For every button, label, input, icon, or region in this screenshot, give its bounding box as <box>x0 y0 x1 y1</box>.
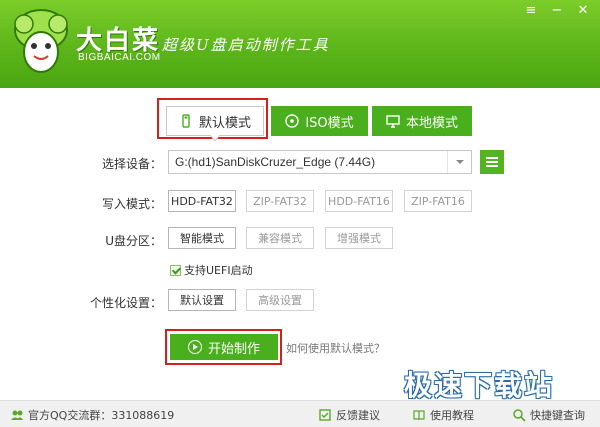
partition-compat-mode[interactable]: 兼容模式 <box>246 227 314 249</box>
personal-label: 个性化设置： <box>89 296 162 310</box>
write-mode-zip-fat16[interactable]: ZIP-FAT16 <box>404 190 472 212</box>
shortcut-link[interactable]: 快捷键查询 <box>512 407 585 423</box>
help-link[interactable]: 如何使用默认模式？ <box>286 340 385 356</box>
qq-group-link[interactable]: 官方QQ交流群：331088619 <box>10 407 174 423</box>
chevron-down-icon[interactable] <box>447 151 471 173</box>
search-icon <box>513 409 526 422</box>
partition-enhanced-mode[interactable]: 增强模式 <box>325 227 393 249</box>
partition-label: U盘分区： <box>105 234 162 248</box>
tutorial-text: 使用教程 <box>430 409 474 422</box>
personal-advanced-setting[interactable]: 高级设置 <box>246 289 314 311</box>
tab-local-mode[interactable]: 本地模式 <box>372 106 472 136</box>
device-menu-button[interactable] <box>480 150 504 174</box>
feedback-link[interactable]: 反馈建议 <box>318 407 380 423</box>
write-mode-zip-fat32[interactable]: ZIP-FAT32 <box>246 190 314 212</box>
disc-icon <box>285 114 300 128</box>
shortcut-text: 快捷键查询 <box>530 409 585 422</box>
window-controls: ≡ − ✕ <box>520 2 594 20</box>
monitor-icon <box>386 115 400 128</box>
menu-icon[interactable]: ≡ <box>520 2 542 20</box>
tutorial-link[interactable]: 使用教程 <box>412 407 474 423</box>
watermark-text: 极速下载站 <box>404 369 555 402</box>
write-mode-label: 写入模式： <box>101 197 162 211</box>
uefi-checkbox[interactable] <box>170 264 181 276</box>
start-highlight-box <box>165 329 282 365</box>
uefi-option[interactable]: 支持UEFI启动 <box>170 262 253 278</box>
write-mode-hdd-fat32[interactable]: HDD-FAT32 <box>168 190 236 212</box>
app-slogan: 超级U盘启动制作工具 <box>162 36 330 54</box>
status-bar: 官方QQ交流群：331088619 反馈建议 使用教程 快捷键查询 <box>0 400 600 427</box>
minimize-icon[interactable]: − <box>546 2 568 20</box>
list-icon <box>486 157 498 167</box>
close-icon[interactable]: ✕ <box>572 2 594 20</box>
feedback-text: 反馈建议 <box>336 409 380 422</box>
people-icon <box>11 410 23 420</box>
caret-down-icon <box>210 135 220 141</box>
book-icon <box>413 410 425 421</box>
personal-default-setting[interactable]: 默认设置 <box>168 289 236 311</box>
device-select[interactable]: G:(hd1)SanDiskCruzer_Edge (7.44G) <box>168 150 472 174</box>
tab-iso-mode[interactable]: ISO模式 <box>271 106 368 136</box>
app-brand-url: BIGBAICAI.COM <box>78 52 161 63</box>
tab-iso-mode-label: ISO模式 <box>305 115 354 131</box>
qq-group-text: 官方QQ交流群：331088619 <box>28 409 175 422</box>
tab-highlight-box <box>157 98 268 139</box>
tab-local-mode-label: 本地模式 <box>405 115 458 131</box>
device-select-value: G:(hd1)SanDiskCruzer_Edge (7.44G) <box>175 155 376 169</box>
uefi-label: 支持UEFI启动 <box>184 264 253 277</box>
app-header: 大白菜 BIGBAICAI.COM 超级U盘启动制作工具 ≡ − ✕ <box>0 0 600 88</box>
feedback-icon <box>319 409 331 421</box>
partition-smart-mode[interactable]: 智能模式 <box>168 227 236 249</box>
cabbage-mascot-logo <box>14 9 68 73</box>
write-mode-hdd-fat16[interactable]: HDD-FAT16 <box>325 190 393 212</box>
device-label: 选择设备： <box>101 157 162 171</box>
